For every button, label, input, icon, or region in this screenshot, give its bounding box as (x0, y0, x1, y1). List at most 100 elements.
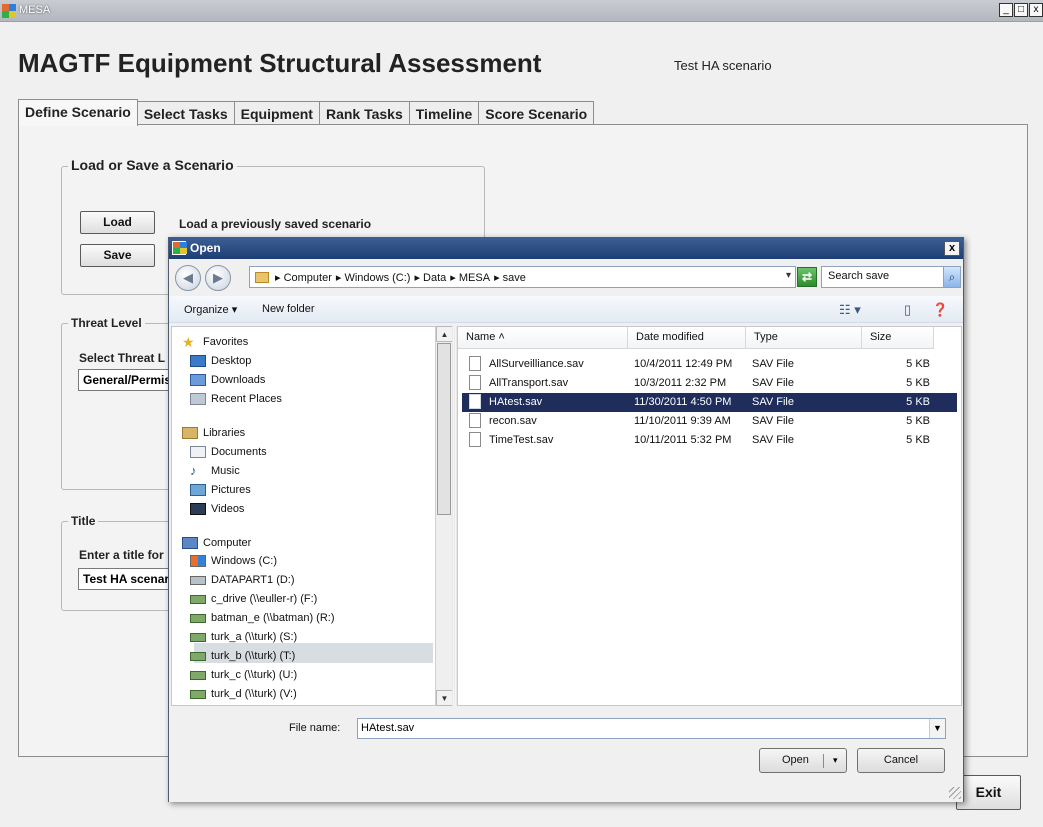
threat-select-label: Select Threat L (79, 351, 166, 365)
computer-icon (182, 537, 198, 549)
nav-drive-v[interactable]: turk_d (\\turk) (V:) (190, 688, 297, 700)
column-type[interactable]: Type (746, 327, 862, 349)
file-size: 5 KB (906, 415, 930, 427)
load-button[interactable]: Load (80, 211, 155, 234)
file-name-dropdown-icon[interactable]: ▼ (929, 719, 945, 738)
cancel-button[interactable]: Cancel (857, 748, 945, 773)
nav-drive-d[interactable]: DATAPART1 (D:) (190, 574, 295, 586)
dialog-title: Open (190, 241, 221, 255)
column-size[interactable]: Size (862, 327, 934, 349)
nav-drive-s[interactable]: turk_a (\\turk) (S:) (190, 631, 297, 643)
scroll-up-icon[interactable]: ▲ (436, 326, 453, 342)
nav-drive-r[interactable]: batman_e (\\batman) (R:) (190, 612, 335, 624)
help-icon[interactable]: ❓ (932, 302, 948, 318)
dialog-titlebar[interactable]: Open x (169, 238, 963, 259)
downloads-icon (190, 374, 206, 386)
back-arrow-icon[interactable]: ◀ (175, 265, 201, 291)
load-description: Load a previously saved scenario (179, 217, 372, 231)
file-row[interactable]: AllSurveilliance.sav 10/4/2011 12:49 PM … (462, 355, 957, 374)
search-icon[interactable]: ⌕ (943, 266, 961, 288)
preview-pane-icon[interactable]: ▯ (904, 302, 911, 318)
threat-level-select[interactable]: General/Permis (78, 369, 178, 391)
tab-strip: Define Scenario Select Tasks Equipment R… (18, 99, 595, 126)
tab-equipment[interactable]: Equipment (233, 101, 320, 126)
nav-drive-u[interactable]: turk_c (\\turk) (U:) (190, 669, 297, 681)
dialog-close-button[interactable]: x (944, 241, 960, 256)
crumb-save[interactable]: ▸ save (494, 271, 526, 284)
threat-level-title: Threat Level (68, 316, 145, 330)
network-drive-icon (190, 651, 206, 661)
nav-music[interactable]: ♪ Music (190, 463, 240, 478)
file-row-selected[interactable]: HAtest.sav 11/30/2011 4:50 PM SAV File 5… (462, 393, 957, 412)
dialog-app-icon (172, 241, 187, 255)
file-row[interactable]: TimeTest.sav 10/11/2011 5:32 PM SAV File… (462, 431, 957, 450)
save-button[interactable]: Save (80, 244, 155, 267)
nav-drive-f[interactable]: c_drive (\\euller-r) (F:) (190, 593, 317, 605)
nav-drive-t[interactable]: turk_b (\\turk) (T:) (190, 650, 295, 662)
search-input[interactable]: Search save (821, 266, 944, 288)
tab-select-tasks[interactable]: Select Tasks (136, 101, 235, 126)
nav-scrollbar[interactable]: ▲ ▼ (435, 326, 453, 706)
address-bar[interactable]: ▸ Computer ▸ Windows (C:) ▸ Data ▸ MESA … (249, 266, 796, 288)
crumb-computer[interactable]: ▸ Computer (275, 271, 332, 284)
nav-videos[interactable]: Videos (190, 503, 244, 515)
file-icon (469, 413, 481, 428)
file-list-pane: Name ˄ Date modified Type Size AllSurvei… (457, 326, 962, 706)
nav-desktop[interactable]: Desktop (190, 355, 251, 367)
organize-button[interactable]: Organize ▾ (184, 303, 237, 316)
file-date: 10/4/2011 12:49 PM (634, 358, 733, 370)
file-type: SAV File (752, 377, 794, 389)
nav-downloads[interactable]: Downloads (190, 374, 265, 386)
maximize-button[interactable]: □ (1014, 3, 1028, 17)
scenario-title: Test HA scenario (674, 58, 772, 73)
file-row[interactable]: recon.sav 11/10/2011 9:39 AM SAV File 5 … (462, 412, 957, 431)
file-size: 5 KB (906, 358, 930, 370)
navigation-pane[interactable]: ★ Favorites Desktop Downloads Recent Plac… (171, 326, 436, 706)
exit-button[interactable]: Exit (956, 775, 1021, 810)
window-title: MESA (19, 4, 51, 16)
file-name-label: File name: (289, 722, 341, 734)
file-type: SAV File (752, 415, 794, 427)
crumb-mesa[interactable]: ▸ MESA (450, 271, 490, 284)
tab-define-scenario[interactable]: Define Scenario (18, 99, 138, 126)
file-name-input[interactable]: HAtest.sav (357, 718, 946, 739)
title-group-title: Title (68, 514, 99, 528)
nav-drive-c[interactable]: Windows (C:) (190, 555, 277, 567)
close-button[interactable]: x (1029, 3, 1043, 17)
refresh-icon[interactable]: ⇄ (797, 267, 817, 287)
crumb-windows[interactable]: ▸ Windows (C:) (336, 271, 411, 284)
file-name: AllTransport.sav (489, 377, 569, 389)
nav-computer[interactable]: Computer (182, 537, 251, 549)
dialog-toolbar: Organize ▾ New folder ☷ ▾ ▯ ❓ (169, 296, 963, 323)
music-icon: ♪ (190, 463, 197, 478)
address-dropdown-icon[interactable]: ▾ (786, 270, 791, 281)
file-name: recon.sav (489, 415, 537, 427)
nav-scroll-thumb[interactable] (437, 343, 451, 515)
file-row[interactable]: AllTransport.sav 10/3/2011 2:32 PM SAV F… (462, 374, 957, 393)
file-name: AllSurveilliance.sav (489, 358, 584, 370)
file-type: SAV File (752, 434, 794, 446)
scroll-down-icon[interactable]: ▼ (436, 690, 453, 706)
minimize-button[interactable]: _ (999, 3, 1013, 17)
crumb-data[interactable]: ▸ Data (414, 271, 446, 284)
nav-documents[interactable]: Documents (190, 446, 267, 458)
nav-pictures[interactable]: Pictures (190, 484, 251, 496)
libraries-icon (182, 427, 198, 439)
forward-arrow-icon[interactable]: ▶ (205, 265, 231, 291)
nav-libraries[interactable]: Libraries (182, 427, 245, 439)
column-name[interactable]: Name ˄ (458, 327, 628, 349)
nav-recent-places[interactable]: Recent Places (190, 393, 282, 405)
column-date-modified[interactable]: Date modified (628, 327, 746, 349)
new-folder-button[interactable]: New folder (262, 303, 315, 315)
nav-favorites[interactable]: ★ Favorites (182, 335, 248, 349)
tab-rank-tasks[interactable]: Rank Tasks (318, 101, 410, 126)
window-titlebar[interactable]: MESA _ □ x (0, 0, 1043, 22)
network-drive-icon (190, 594, 206, 604)
title-input[interactable]: Test HA scenar (78, 568, 178, 590)
file-date: 10/11/2011 5:32 PM (634, 434, 732, 446)
tab-score-scenario[interactable]: Score Scenario (478, 101, 595, 126)
open-dropdown-icon[interactable]: ▾ (833, 755, 838, 766)
tab-timeline[interactable]: Timeline (408, 101, 480, 126)
view-options-icon[interactable]: ☷ ▾ (839, 302, 861, 318)
dialog-resize-grip[interactable] (949, 787, 961, 799)
